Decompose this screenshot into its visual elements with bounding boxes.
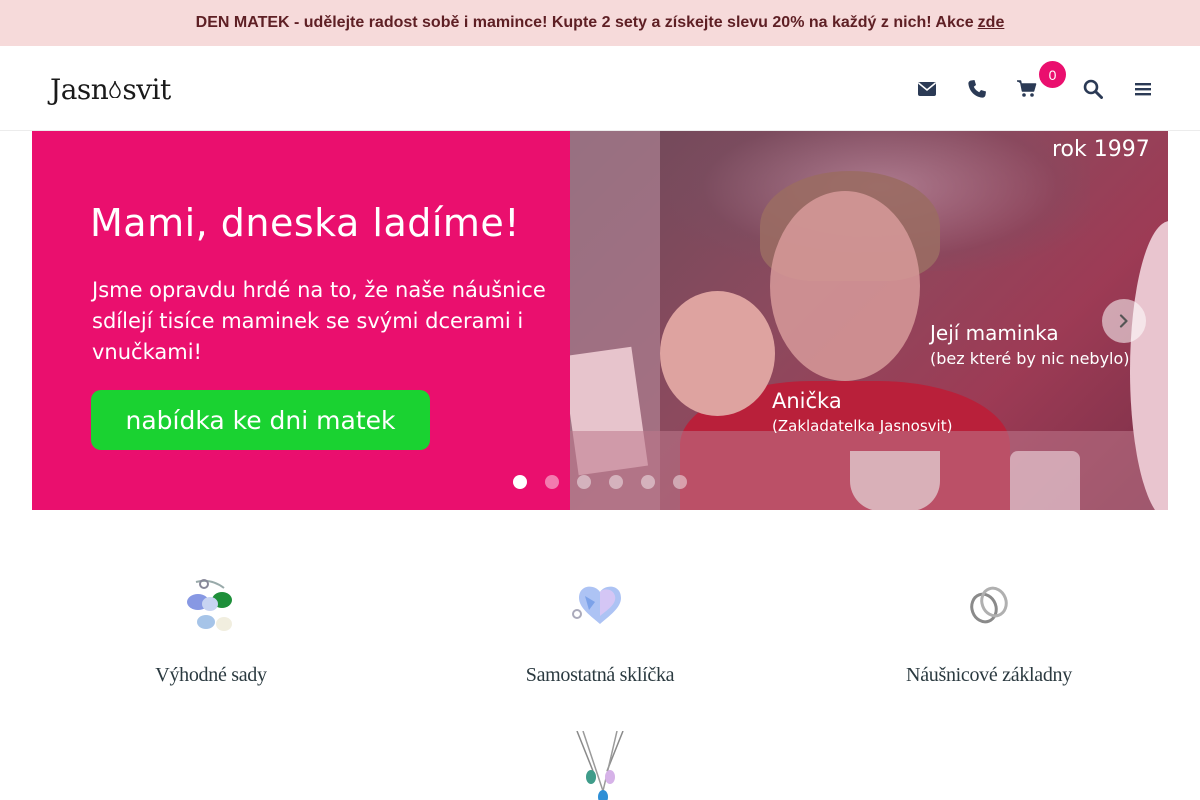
hero-mom-subcaption: (bez které by nic nebylo) (930, 349, 1130, 368)
logo-text-left: Jasn (50, 72, 109, 106)
hero-slider[interactable]: Mami, dneska ladíme! Jsme opravdu hrdé n… (32, 131, 1168, 510)
promo-bar: DEN MATEK - udělejte radost sobě i mamin… (0, 0, 1200, 46)
photo-child-face (660, 291, 775, 416)
chevron-right-icon (1119, 314, 1128, 328)
photo-glass (1010, 451, 1080, 510)
category-image-crystals (555, 560, 645, 650)
hero-title: Mami, dneska ladíme! (90, 201, 521, 245)
slider-dot[interactable] (513, 475, 527, 489)
category-image-sets (166, 560, 256, 650)
category-card-bases[interactable]: Náušnicové základny (859, 560, 1119, 687)
promo-link[interactable]: zde (978, 14, 1005, 32)
logo[interactable]: Jasn svit (50, 70, 171, 108)
promo-text: DEN MATEK - udělejte radost sobě i mamin… (195, 14, 974, 31)
hero-promo-panel: Mami, dneska ladíme! Jsme opravdu hrdé n… (32, 131, 570, 510)
cart-icon[interactable] (1012, 74, 1042, 104)
slider-dot[interactable] (641, 475, 655, 489)
category-card-crystals[interactable]: Samostatná sklíčka (470, 560, 730, 687)
photo-cup (850, 451, 940, 510)
envelope-icon[interactable] (912, 74, 942, 104)
category-label: Výhodné sady (155, 664, 267, 686)
hero-mom-caption: Její maminka (930, 321, 1059, 345)
hero-year-caption: rok 1997 (1052, 137, 1150, 162)
hero-founder-caption: Anička (772, 389, 842, 413)
hero-founder-subcaption: (Zakladatelka Jasnosvit) (772, 417, 953, 435)
logo-text-right: svit (122, 72, 171, 106)
category-card-sets[interactable]: Výhodné sady (81, 560, 341, 687)
slider-dot[interactable] (673, 475, 687, 489)
phone-icon[interactable] (962, 74, 992, 104)
photo-woman-face (770, 191, 920, 381)
slider-dot[interactable] (545, 475, 559, 489)
hero-photo: rok 1997 Její maminka (bez které by nic … (570, 131, 1168, 510)
slider-dot[interactable] (609, 475, 623, 489)
category-label: Samostatná sklíčka (525, 664, 675, 686)
slider-dot[interactable] (577, 475, 591, 489)
site-header: Jasn svit 0 (0, 46, 1200, 131)
slider-next-button[interactable] (1102, 299, 1146, 343)
category-label: Náušnicové základny (906, 664, 1072, 686)
slider-dots (513, 475, 687, 489)
hero-cta-button[interactable]: nabídka ke dni matek (91, 390, 430, 450)
search-icon[interactable] (1078, 74, 1108, 104)
menu-icon[interactable] (1128, 74, 1158, 104)
logo-drop-icon (109, 80, 122, 98)
hero-text: Jsme opravdu hrdé na to, že naše náušnic… (92, 278, 546, 364)
category-image-bases (944, 560, 1034, 650)
cart-count-badge[interactable]: 0 (1039, 61, 1066, 88)
category-card-necklaces[interactable] (470, 724, 730, 800)
category-image-necklaces (555, 724, 645, 800)
